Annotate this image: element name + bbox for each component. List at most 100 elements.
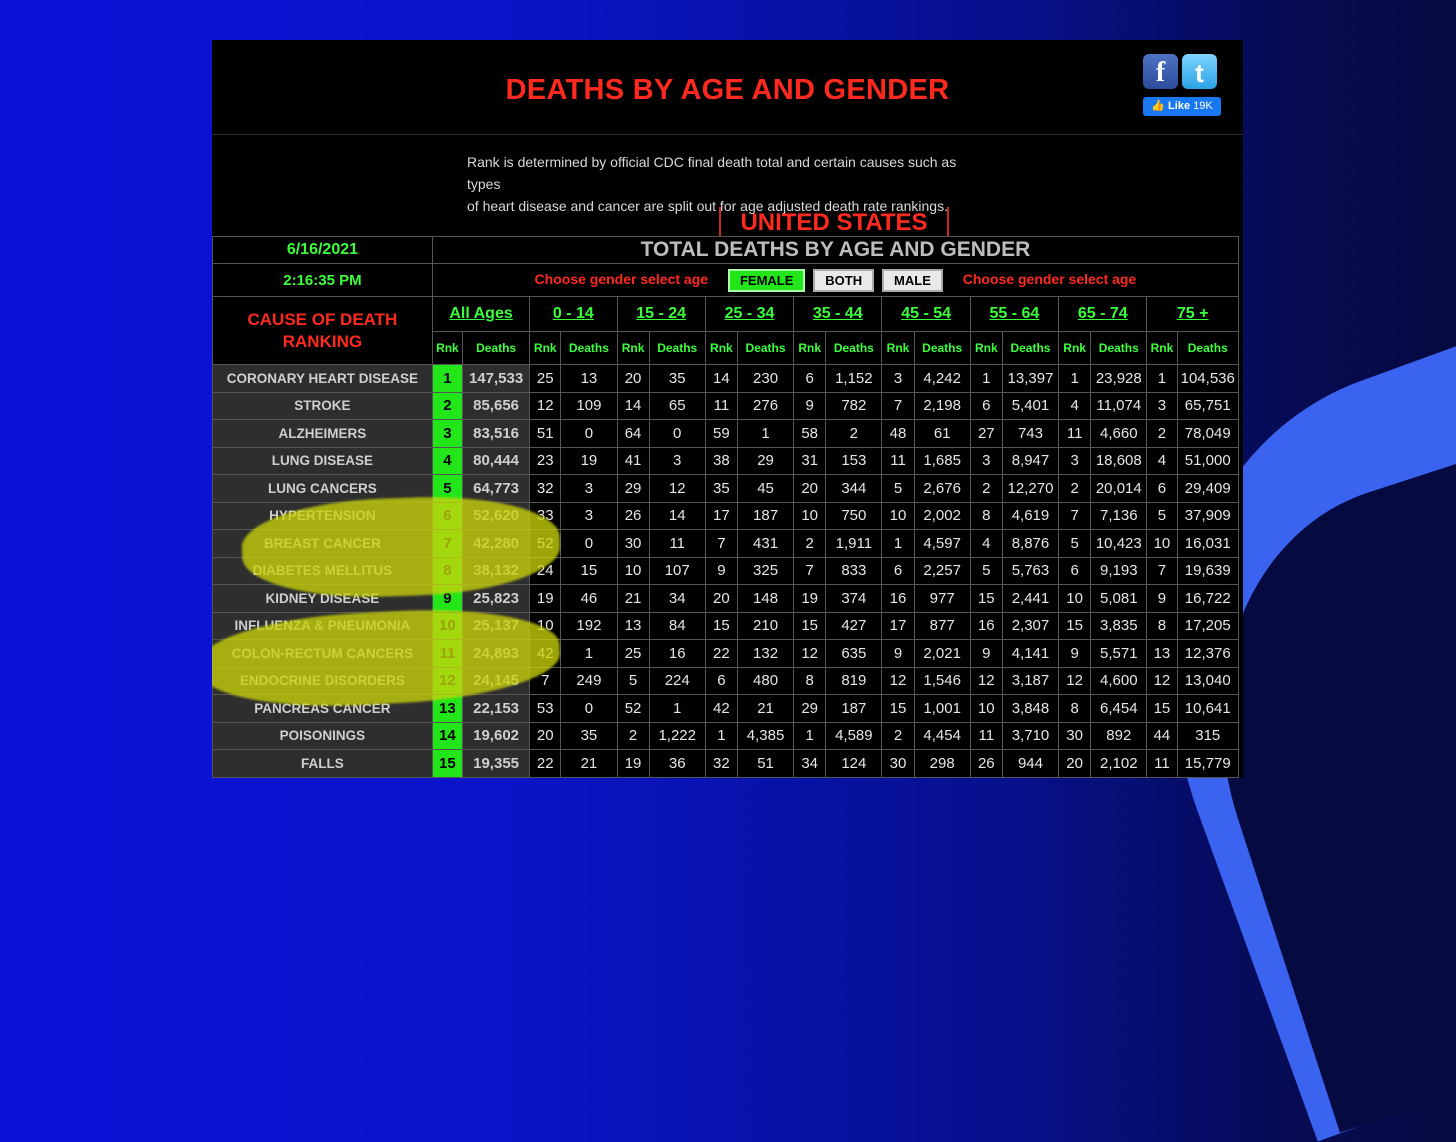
age-deaths-cell: 4,660 <box>1090 419 1148 448</box>
age-deaths-cell: 1 <box>736 419 795 448</box>
age-deaths-cell: 3 <box>648 446 706 475</box>
age-rank-cell: 10 <box>1058 584 1092 613</box>
age-deaths-cell: 3,187 <box>1001 666 1060 695</box>
age-deaths-cell: 5,081 <box>1090 584 1148 613</box>
age-rank-cell: 6 <box>1146 474 1178 503</box>
age-group-link[interactable]: All Ages <box>431 296 531 332</box>
male-button[interactable]: MALE <box>882 268 943 292</box>
age-deaths-cell: 3,835 <box>1090 611 1148 640</box>
age-rank-cell: 53 <box>529 694 562 723</box>
overall-rank: 14 <box>431 721 463 750</box>
age-rank-cell: 12 <box>881 666 915 695</box>
facebook-icon[interactable]: f <box>1143 54 1178 89</box>
table-row: CORONARY HEART DISEASE 1 147,533 25 13 20 35 14… <box>212 364 1239 393</box>
age-deaths-cell: 19,639 <box>1176 556 1239 585</box>
age-rank-cell: 21 <box>616 584 650 613</box>
age-group-link[interactable]: 65 - 74 <box>1058 296 1148 332</box>
age-deaths-cell: 51 <box>736 749 795 778</box>
age-rank-cell: 7 <box>793 556 827 585</box>
age-deaths-cell: 13 <box>560 364 618 393</box>
total-deaths: 42,280 <box>461 529 531 558</box>
age-deaths-cell: 107 <box>648 556 706 585</box>
overall-rank: 2 <box>431 391 463 420</box>
thumbs-up-icon: 👍 <box>1151 100 1165 112</box>
age-rank-cell: 12 <box>969 666 1003 695</box>
age-rank-cell: 22 <box>704 639 738 668</box>
age-rank-cell: 4 <box>969 529 1003 558</box>
age-rank-cell: 11 <box>969 721 1003 750</box>
age-group-link[interactable]: 0 - 14 <box>529 296 618 332</box>
age-rank-cell: 5 <box>969 556 1003 585</box>
age-deaths-cell: 65,751 <box>1176 391 1239 420</box>
age-rank-cell: 25 <box>529 364 562 393</box>
deaths-column-header: Deaths <box>825 331 883 365</box>
age-deaths-cell: 37,909 <box>1176 501 1239 530</box>
age-deaths-cell: 34 <box>648 584 706 613</box>
age-deaths-cell: 4,141 <box>1001 639 1060 668</box>
age-rank-cell: 11 <box>704 391 738 420</box>
age-group-link[interactable]: 15 - 24 <box>616 296 706 332</box>
age-rank-cell: 11 <box>1058 419 1092 448</box>
age-deaths-cell: 480 <box>736 666 795 695</box>
age-deaths-cell: 4,454 <box>913 721 971 750</box>
age-rank-cell: 12 <box>793 639 827 668</box>
facebook-like-button[interactable]: 👍 Like 19K <box>1143 97 1221 116</box>
choose-label-left: Choose gender select age <box>534 270 709 287</box>
choose-label-right: Choose gender select age <box>962 270 1137 287</box>
deaths-column-header: Deaths <box>560 331 618 365</box>
age-rank-cell: 30 <box>881 749 915 778</box>
age-deaths-cell: 5,401 <box>1001 391 1060 420</box>
age-deaths-cell: 819 <box>825 666 883 695</box>
age-rank-cell: 9 <box>881 639 915 668</box>
age-group-link[interactable]: 55 - 64 <box>969 296 1060 332</box>
age-rank-cell: 11 <box>881 446 915 475</box>
age-rank-cell: 7 <box>881 391 915 420</box>
age-deaths-cell: 18,608 <box>1090 446 1148 475</box>
age-deaths-cell: 192 <box>560 611 618 640</box>
table-row: STROKE 2 85,656 12 109 14 65 11 276 9 782 7 2,198 6 5,… <box>212 391 1239 420</box>
age-rank-cell: 20 <box>704 584 738 613</box>
age-deaths-cell: 3 <box>560 501 618 530</box>
age-deaths-cell: 132 <box>736 639 795 668</box>
rank-column-header: Rnk <box>616 331 650 365</box>
female-button[interactable]: FEMALE <box>727 268 806 292</box>
age-deaths-cell: 21 <box>736 694 795 723</box>
age-group-link[interactable]: 35 - 44 <box>793 296 883 332</box>
age-rank-cell: 48 <box>881 419 915 448</box>
cause-name: LUNG DISEASE <box>212 446 433 475</box>
age-deaths-cell: 2,198 <box>913 391 971 420</box>
age-rank-cell: 13 <box>616 611 650 640</box>
age-deaths-cell: 0 <box>560 694 618 723</box>
like-count: 19K <box>1193 100 1213 112</box>
age-rank-cell: 9 <box>704 556 738 585</box>
age-group-link[interactable]: 75 + <box>1146 296 1239 332</box>
age-rank-cell: 35 <box>704 474 738 503</box>
age-rank-cell: 7 <box>1146 556 1178 585</box>
age-rank-cell: 2 <box>1146 419 1178 448</box>
age-rank-cell: 10 <box>1146 529 1178 558</box>
age-rank-cell: 6 <box>793 364 827 393</box>
age-deaths-cell: 23,928 <box>1090 364 1148 393</box>
deaths-table: 6/16/2021 TOTAL DEATHS BY AGE AND GENDER… <box>212 236 1240 778</box>
age-group-link[interactable]: 45 - 54 <box>881 296 971 332</box>
age-rank-cell: 33 <box>529 501 562 530</box>
age-rank-cell: 10 <box>529 611 562 640</box>
age-deaths-cell: 20,014 <box>1090 474 1148 503</box>
cause-name: BREAST CANCER <box>212 529 433 558</box>
both-button[interactable]: BOTH <box>813 268 875 292</box>
total-deaths: 83,516 <box>461 419 531 448</box>
age-deaths-cell: 7,136 <box>1090 501 1148 530</box>
age-deaths-cell: 16,031 <box>1176 529 1239 558</box>
age-rank-cell: 5 <box>616 666 650 695</box>
age-deaths-cell: 5,571 <box>1090 639 1148 668</box>
age-deaths-cell: 750 <box>825 501 883 530</box>
age-group-link[interactable]: 25 - 34 <box>704 296 795 332</box>
twitter-icon[interactable]: t <box>1182 54 1217 89</box>
age-rank-cell: 14 <box>704 364 738 393</box>
cause-name: PANCREAS CANCER <box>212 694 433 723</box>
age-deaths-cell: 84 <box>648 611 706 640</box>
age-rank-cell: 42 <box>704 694 738 723</box>
age-rank-cell: 19 <box>529 584 562 613</box>
age-deaths-cell: 4,385 <box>736 721 795 750</box>
age-deaths-cell: 124 <box>825 749 883 778</box>
